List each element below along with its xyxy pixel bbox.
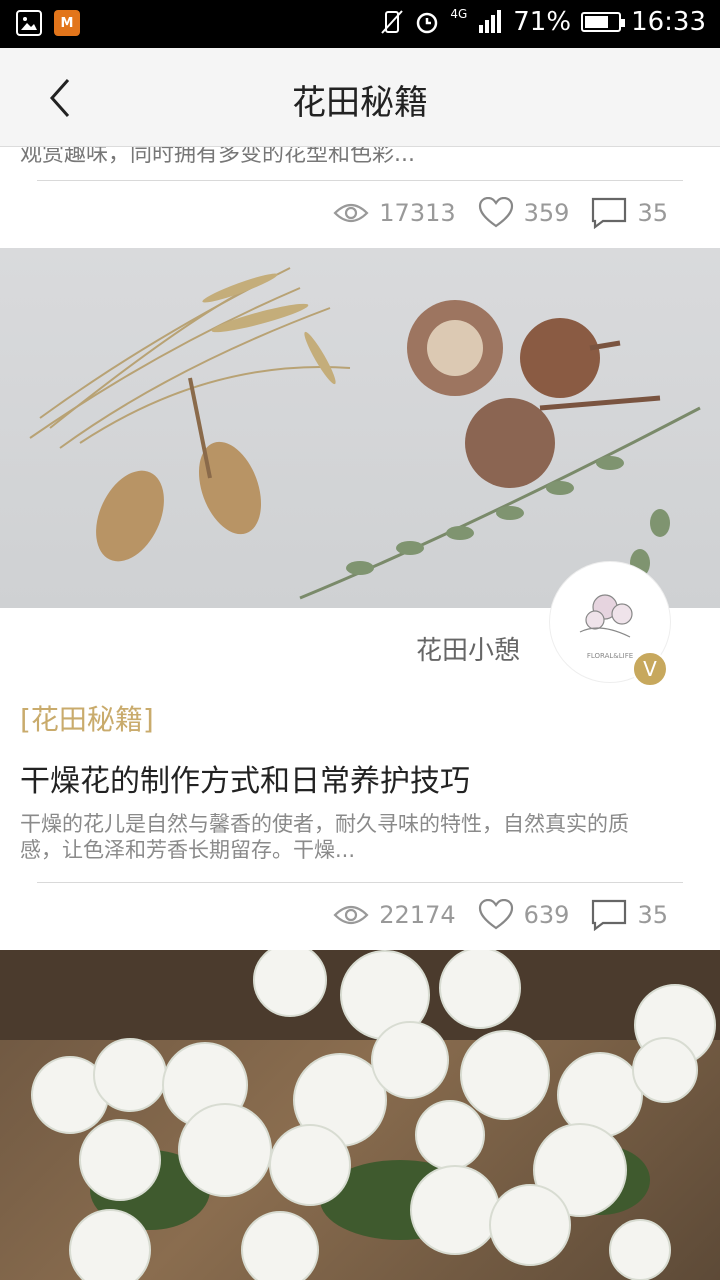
heart-icon	[478, 197, 513, 228]
battery-percent: 71%	[513, 7, 572, 37]
author-name[interactable]: 花田小憩	[416, 630, 520, 667]
divider	[37, 882, 683, 883]
clock: 16:33	[631, 7, 706, 37]
views-count: 22174	[379, 901, 456, 929]
gallery-notification-icon	[16, 10, 42, 36]
next-article-cover-image[interactable]	[0, 950, 720, 1280]
eye-icon	[333, 905, 369, 925]
prev-article-stats: 17313 359 35	[333, 197, 668, 229]
comments-stat[interactable]: 35	[591, 899, 668, 931]
views-stat: 17313	[333, 199, 456, 227]
article-stats: 22174 639 35	[333, 899, 668, 931]
views-count: 17313	[379, 199, 456, 227]
category-tag[interactable]: [花田秘籍]	[20, 698, 154, 738]
vibrate-icon	[381, 10, 404, 34]
page-title: 花田秘籍	[292, 83, 428, 123]
comments-count: 35	[637, 199, 668, 227]
app-notification-icon: M	[54, 10, 80, 36]
comments-count: 35	[637, 901, 668, 929]
comments-stat[interactable]: 35	[591, 197, 668, 229]
divider	[37, 180, 683, 181]
dried-flowers-illustration	[29, 267, 701, 600]
avatar-logo-text: FLORAL&LIFE	[587, 652, 633, 660]
signal-icon	[479, 10, 502, 33]
white-roses-illustration	[0, 950, 720, 1280]
network-type: 4G	[450, 7, 468, 21]
likes-stat[interactable]: 359	[478, 197, 570, 229]
app-header: 花田秘籍	[0, 48, 720, 147]
comment-icon	[592, 197, 627, 229]
likes-count: 359	[523, 199, 570, 227]
verified-badge: V	[632, 651, 668, 687]
battery-icon	[581, 12, 626, 32]
likes-count: 639	[523, 901, 570, 929]
article-excerpt[interactable]: 干燥的花儿是自然与馨香的使者，耐久寻味的特性，自然真实的质感，让色泽和芳香长期留…	[20, 811, 630, 863]
views-stat: 22174	[333, 901, 456, 929]
status-bar: M 4G 71% 16:33	[0, 0, 720, 48]
alarm-icon	[417, 12, 438, 34]
eye-icon	[333, 203, 369, 223]
likes-stat[interactable]: 639	[478, 899, 570, 931]
heart-icon	[478, 899, 513, 930]
article-cover-image[interactable]	[0, 248, 720, 608]
article-title[interactable]: 干燥花的制作方式和日常养护技巧	[20, 756, 470, 800]
comment-icon	[592, 899, 627, 931]
